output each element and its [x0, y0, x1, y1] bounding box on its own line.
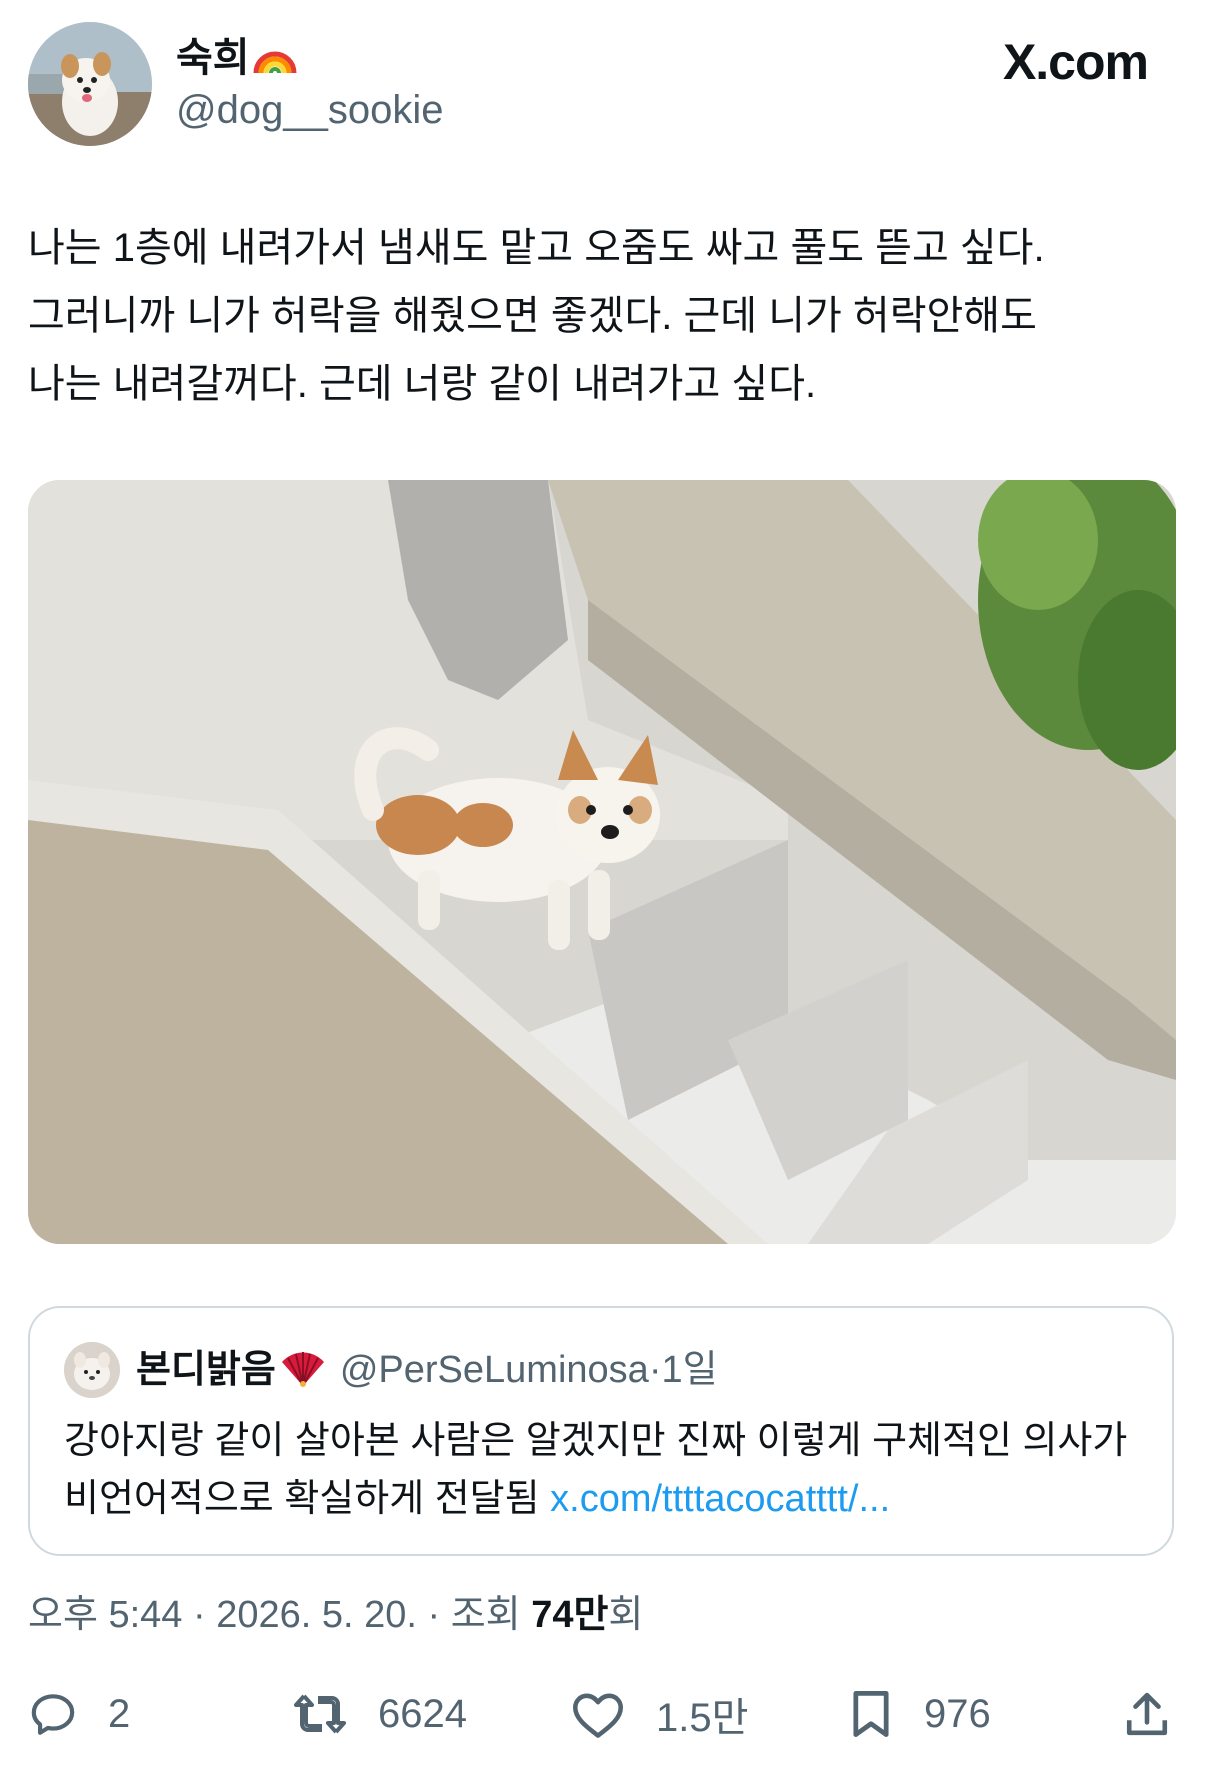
view-count: 74만 — [531, 1594, 609, 1636]
quote-link[interactable]: x.com/ttttacocatttt/... — [550, 1478, 890, 1520]
reply-button[interactable]: 2 — [28, 1686, 130, 1742]
dog-on-stairs-photo[interactable] — [28, 480, 1176, 1244]
quote-header: 본디밝음 @PerSeLuminosa·1일 — [136, 1342, 718, 1404]
like-button[interactable]: 1.5만 — [570, 1686, 748, 1742]
author-name[interactable]: 숙희 — [176, 34, 298, 86]
share-icon — [1124, 1688, 1170, 1740]
author-name-text: 숙희 — [176, 36, 250, 80]
bookmark-count: 976 — [924, 1691, 991, 1736]
timestamp[interactable]: 오후 5:44 · 2026. 5. 20. · 조회 — [28, 1594, 531, 1636]
quoted-tweet-card[interactable]: 본디밝음 @PerSeLuminosa·1일 강아지랑 같이 살아본 사람은 알… — [28, 1306, 1174, 1556]
quote-text: 강아지랑 같이 살아본 사람은 알겠지만 진짜 이렇게 구체적인 의사가 비언어… — [64, 1412, 1144, 1528]
share-button[interactable] — [1124, 1686, 1170, 1742]
fan-icon — [280, 1348, 326, 1404]
repost-count: 6624 — [378, 1691, 467, 1736]
reply-count: 2 — [108, 1691, 131, 1736]
author-avatar[interactable] — [28, 22, 152, 146]
quote-author-avatar[interactable] — [64, 1342, 120, 1398]
repost-button[interactable]: 6624 — [292, 1686, 467, 1742]
reply-icon — [28, 1689, 78, 1739]
tweet-meta: 오후 5:44 · 2026. 5. 20. · 조회 74만회 — [28, 1590, 643, 1640]
quote-separator-dot: · — [648, 1349, 662, 1391]
quote-author-handle[interactable]: @PerSeLuminosa — [340, 1349, 649, 1391]
heart-icon — [570, 1689, 626, 1739]
quote-author-name[interactable]: 본디밝음 — [136, 1349, 276, 1391]
quote-timestamp[interactable]: 1일 — [661, 1349, 717, 1391]
x-com-logo: X.com — [1002, 34, 1149, 90]
repost-icon — [292, 1689, 348, 1739]
tweet-text: 나는 1층에 내려가서 냄새도 맡고 오줌도 싸고 풀도 뜯고 싶다. 그러니까… — [28, 226, 1045, 406]
bookmark-button[interactable]: 976 — [848, 1686, 991, 1742]
like-count: 1.5만 — [656, 1696, 749, 1740]
author-handle[interactable]: @dog__sookie — [176, 86, 443, 134]
bookmark-icon — [848, 1688, 894, 1740]
view-count-suffix: 회 — [608, 1594, 644, 1636]
rainbow-icon — [252, 37, 298, 86]
